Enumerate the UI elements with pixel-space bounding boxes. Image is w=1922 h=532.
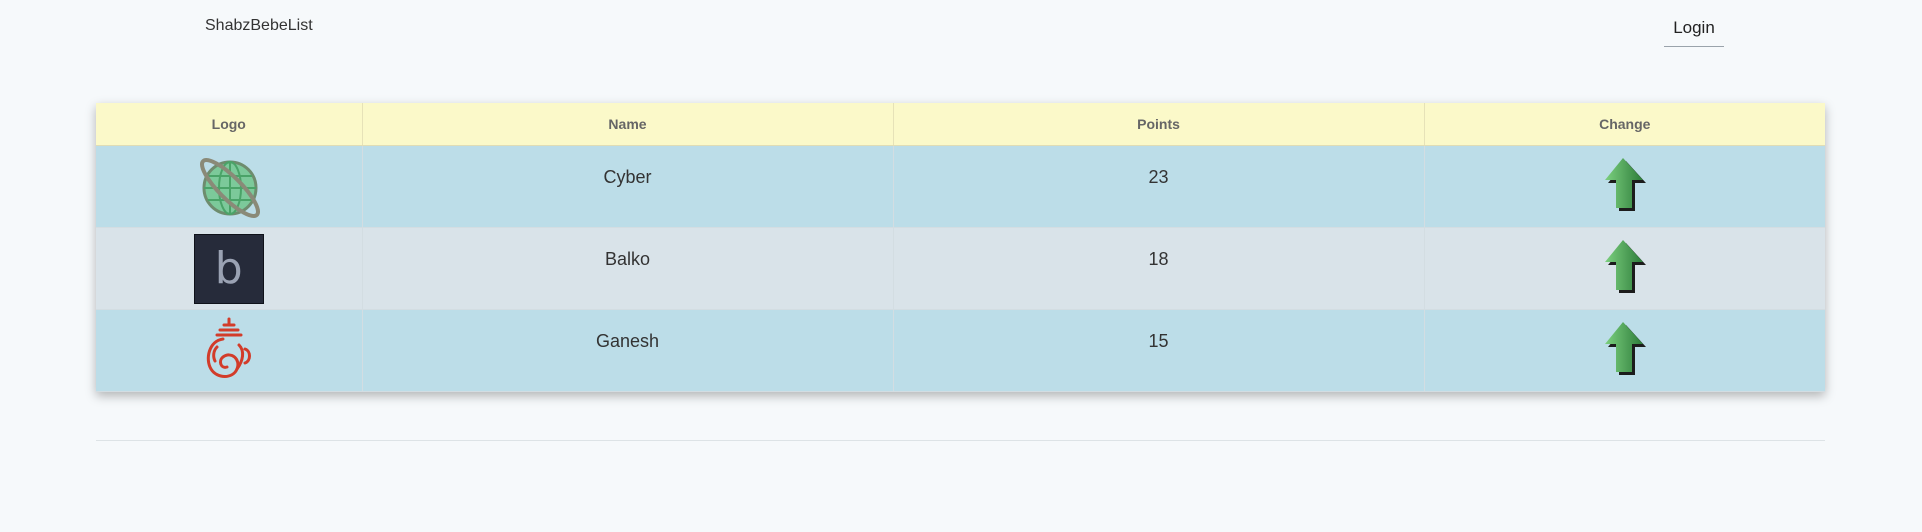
row-points: 23: [1148, 167, 1169, 187]
name-cell: Balko: [362, 227, 894, 310]
points-cell: 18: [893, 227, 1425, 310]
name-cell: Cyber: [362, 145, 894, 228]
table-row: b Balko 18: [96, 227, 1825, 310]
balko-logo: b: [193, 234, 264, 304]
change-cell: [1424, 309, 1825, 392]
column-header-logo: Logo: [96, 103, 363, 146]
ganesh-icon: [206, 317, 251, 378]
leaderboard-table: Logo Name Points Change Cyber 23 b Balko…: [96, 103, 1825, 392]
arrow-up-icon: [1604, 240, 1646, 293]
table-row: Ganesh 15: [96, 309, 1825, 392]
row-name: Cyber: [603, 167, 652, 187]
logo-cell: [96, 145, 363, 228]
logo-cell: b: [96, 227, 363, 310]
arrow-up-icon: [1604, 322, 1646, 375]
row-points: 15: [1148, 331, 1169, 351]
row-points: 18: [1148, 249, 1169, 269]
brand-title[interactable]: ShabzBebeList: [205, 17, 313, 35]
row-name: Balko: [604, 249, 651, 269]
logo-cell: [96, 309, 363, 392]
footer-divider: [96, 440, 1825, 441]
points-cell: 15: [893, 309, 1425, 392]
column-header-points: Points: [893, 103, 1425, 146]
table-header-row: Logo Name Points Change: [96, 103, 1825, 146]
change-cell: [1424, 227, 1825, 310]
row-name: Ganesh: [595, 331, 660, 351]
arrow-up-icon: [1604, 158, 1646, 211]
name-cell: Ganesh: [362, 309, 894, 392]
login-button[interactable]: Login: [1664, 10, 1724, 47]
column-header-change: Change: [1424, 103, 1825, 146]
points-cell: 23: [893, 145, 1425, 228]
column-header-name: Name: [362, 103, 894, 146]
change-cell: [1424, 145, 1825, 228]
table-row: Cyber 23: [96, 145, 1825, 228]
globe-icon: [199, 158, 260, 218]
